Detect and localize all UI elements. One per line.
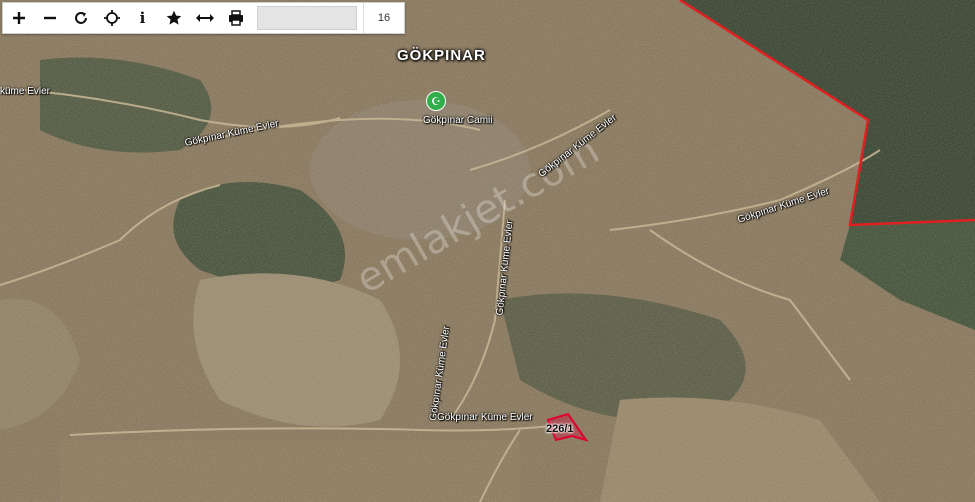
arrows-horizontal-icon bbox=[195, 14, 214, 22]
satellite-imagery[interactable] bbox=[0, 0, 975, 502]
town-label: GÖKPINAR bbox=[397, 47, 486, 64]
mosque-label: Gökpınar Camii bbox=[423, 115, 493, 126]
plus-icon bbox=[12, 12, 25, 24]
mosque-crescent-icon[interactable]: ☪ bbox=[426, 91, 446, 111]
zoom-out-button[interactable] bbox=[34, 3, 65, 33]
zoom-in-button[interactable] bbox=[3, 3, 34, 33]
locate-button[interactable] bbox=[96, 3, 127, 33]
map-toolbar: i 16 bbox=[2, 2, 405, 34]
parcel-label: 226/1 bbox=[546, 423, 574, 435]
search-input[interactable] bbox=[257, 6, 357, 30]
info-button[interactable]: i bbox=[127, 3, 158, 33]
map-view[interactable]: emlakjet.com GÖKPINAR ☪ Gökpınar Camii k… bbox=[0, 0, 975, 502]
road-label-south: Gökpınar Küme Evler bbox=[437, 412, 533, 423]
zoom-level-indicator: 16 bbox=[363, 3, 404, 33]
refresh-icon bbox=[74, 12, 87, 24]
printer-icon bbox=[228, 10, 243, 26]
refresh-button[interactable] bbox=[65, 3, 96, 33]
crosshair-icon bbox=[103, 10, 120, 26]
road-label-edge: küme Evler bbox=[0, 86, 51, 97]
print-button[interactable] bbox=[220, 3, 251, 33]
favorite-button[interactable] bbox=[158, 3, 189, 33]
star-icon bbox=[166, 10, 181, 25]
info-icon: i bbox=[139, 9, 146, 27]
minus-icon bbox=[43, 16, 56, 20]
measure-button[interactable] bbox=[189, 3, 220, 33]
